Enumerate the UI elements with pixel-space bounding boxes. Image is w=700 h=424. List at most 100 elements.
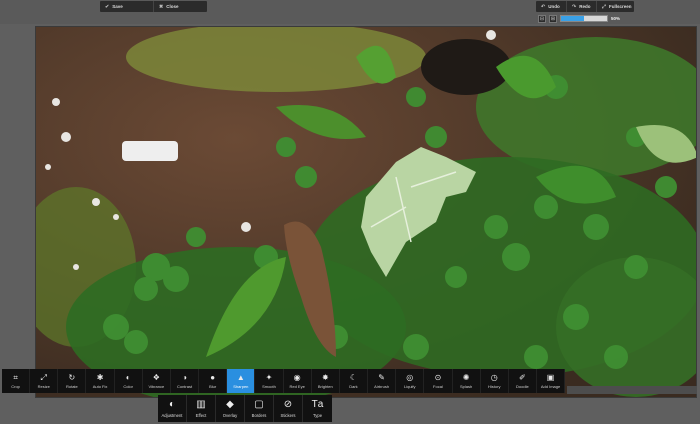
tool-label: Add Image bbox=[540, 384, 561, 389]
focal-icon: ⊙ bbox=[434, 372, 442, 382]
tool-label: Brighten bbox=[317, 384, 333, 389]
adjustment-icon: ◐ bbox=[168, 399, 176, 410]
tool-label: Focal bbox=[433, 384, 443, 389]
resize-icon: ⤢ bbox=[40, 372, 47, 382]
close-icon: ✖ bbox=[159, 3, 164, 10]
fullscreen-icon: ⤢ bbox=[602, 3, 607, 10]
tool-label: Resize bbox=[37, 384, 50, 389]
undo-icon: ↶ bbox=[541, 3, 546, 10]
tool-history[interactable]: ◷ History bbox=[481, 369, 509, 393]
redo-label: Redo bbox=[579, 4, 591, 9]
zoom-in-icon: ⊞ bbox=[550, 15, 556, 22]
history-actions-group: ↶ Undo ↷ Redo ⤢ Fullscreen bbox=[536, 1, 634, 12]
tool-color[interactable]: ◐ Color bbox=[115, 369, 143, 393]
sharpen-icon: ▲ bbox=[236, 372, 245, 382]
tool-doodle[interactable]: ✐ Doodle bbox=[509, 369, 537, 393]
tool-contrast[interactable]: ◑ Contrast bbox=[171, 369, 200, 393]
save-label: Save bbox=[112, 4, 123, 9]
blur-icon: ● bbox=[210, 372, 216, 382]
category-type[interactable]: Tа Type bbox=[303, 395, 332, 422]
tool-airbrush[interactable]: ✎ Airbrush bbox=[368, 369, 397, 393]
fullscreen-button[interactable]: ⤢ Fullscreen bbox=[597, 1, 634, 12]
top-bar: ✔ Save ✖ Close ↶ Undo ↷ Redo ⤢ Fullscree… bbox=[0, 0, 700, 24]
auto-fix-icon: ✱ bbox=[96, 372, 104, 382]
tools-toolbar: ⌗ Crop ⤢ Resize ↻ Rotate ✱ Auto Fix ◐ Color ❖ Vibra… bbox=[2, 369, 566, 393]
tool-label: History bbox=[488, 384, 501, 389]
crop-icon: ⌗ bbox=[13, 372, 18, 382]
save-button[interactable]: ✔ Save bbox=[100, 1, 154, 12]
category-borders[interactable]: ▢ Borders bbox=[245, 395, 274, 422]
zoom-controls: ⊟ ⊞ 50% bbox=[538, 14, 620, 23]
tool-label: Red Eye bbox=[289, 384, 305, 389]
zoom-out-button[interactable]: ⊟ bbox=[538, 14, 546, 23]
rotate-icon: ↻ bbox=[68, 372, 76, 382]
borders-icon: ▢ bbox=[254, 399, 264, 410]
category-label: Type bbox=[312, 412, 323, 418]
file-actions-group: ✔ Save ✖ Close bbox=[100, 1, 207, 12]
tool-vibrance[interactable]: ❖ Vibrance bbox=[143, 369, 171, 393]
check-icon: ✔ bbox=[105, 3, 110, 10]
tool-auto-fix[interactable]: ✱ Auto Fix bbox=[86, 369, 115, 393]
tool-label: Sharpen bbox=[233, 384, 249, 389]
category-label: Adjustment bbox=[161, 412, 183, 418]
toolbar-extension bbox=[567, 386, 697, 394]
photo-garden-ground bbox=[36, 27, 696, 397]
image-canvas[interactable] bbox=[35, 26, 697, 398]
tool-label: Crop bbox=[11, 384, 20, 389]
zoom-in-button[interactable]: ⊞ bbox=[549, 14, 557, 23]
redo-button[interactable]: ↷ Redo bbox=[567, 1, 597, 12]
tool-label: Contrast bbox=[176, 384, 193, 389]
tool-label: Blur bbox=[209, 384, 217, 389]
zoom-slider-fill bbox=[561, 16, 584, 21]
tool-label: Dark bbox=[349, 384, 358, 389]
tool-label: Auto Fix bbox=[92, 384, 108, 389]
undo-label: Undo bbox=[548, 4, 560, 9]
type-icon: Tа bbox=[311, 399, 324, 410]
tool-resize[interactable]: ⤢ Resize bbox=[30, 369, 59, 393]
overlay-icon: ◆ bbox=[226, 399, 234, 410]
category-label: Borders bbox=[251, 412, 267, 418]
tool-crop[interactable]: ⌗ Crop bbox=[2, 369, 31, 393]
tool-liquify[interactable]: ◎ Liquify bbox=[396, 369, 425, 393]
tool-blur[interactable]: ● Blur bbox=[199, 369, 228, 393]
liquify-icon: ◎ bbox=[406, 372, 414, 382]
smooth-icon: ✦ bbox=[265, 372, 273, 382]
tool-sharpen[interactable]: ▲ Sharpen bbox=[227, 369, 256, 393]
color-icon: ◐ bbox=[125, 372, 131, 382]
zoom-out-icon: ⊟ bbox=[539, 15, 545, 22]
tool-focal[interactable]: ⊙ Focal bbox=[424, 369, 453, 393]
stickers-icon: ⊘ bbox=[283, 399, 293, 410]
tool-label: Vibrance bbox=[148, 384, 165, 389]
category-label: Stickers bbox=[280, 412, 296, 418]
redo-icon: ↷ bbox=[572, 3, 577, 10]
zoom-slider[interactable] bbox=[560, 15, 608, 22]
undo-button[interactable]: ↶ Undo bbox=[536, 1, 567, 12]
category-adjustment[interactable]: ◐ Adjustment bbox=[158, 395, 187, 422]
close-button[interactable]: ✖ Close bbox=[154, 1, 207, 12]
category-stickers[interactable]: ⊘ Stickers bbox=[274, 395, 303, 422]
category-label: Effect bbox=[195, 412, 207, 418]
close-label: Close bbox=[166, 4, 179, 9]
tool-add-image[interactable]: ▣ Add Image bbox=[537, 369, 566, 393]
tool-label: Rotate bbox=[65, 384, 78, 389]
brighten-icon: ✸ bbox=[321, 372, 329, 382]
tool-label: Color bbox=[123, 384, 133, 389]
airbrush-icon: ✎ bbox=[378, 372, 385, 382]
fullscreen-label: Fullscreen bbox=[609, 4, 632, 9]
doodle-icon: ✐ bbox=[519, 372, 526, 382]
add-image-icon: ▣ bbox=[546, 372, 555, 382]
category-overlay[interactable]: ◆ Overlay bbox=[216, 395, 245, 422]
category-effect[interactable]: ▥ Effect bbox=[187, 395, 216, 422]
tool-red-eye[interactable]: ◉ Red Eye bbox=[284, 369, 312, 393]
tool-smooth[interactable]: ✦ Smooth bbox=[255, 369, 284, 393]
tool-label: Doodle bbox=[516, 384, 529, 389]
contrast-icon: ◑ bbox=[182, 372, 187, 382]
tool-splash[interactable]: ✺ Splash bbox=[453, 369, 481, 393]
tool-label: Splash bbox=[459, 384, 473, 389]
tool-dark[interactable]: ☾ Dark bbox=[340, 369, 369, 393]
zoom-value: 50% bbox=[611, 16, 621, 21]
splash-icon: ✺ bbox=[462, 372, 470, 382]
tool-rotate[interactable]: ↻ Rotate bbox=[58, 369, 87, 393]
history-icon: ◷ bbox=[490, 372, 498, 382]
tool-brighten[interactable]: ✸ Brighten bbox=[312, 369, 340, 393]
